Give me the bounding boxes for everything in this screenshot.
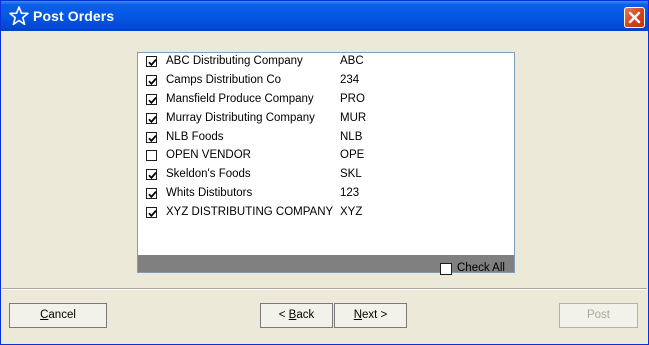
vendor-checkbox[interactable]: [146, 112, 157, 124]
vendor-checkbox[interactable]: [146, 74, 157, 86]
post-orders-window: Post Orders ABC Distributing Company ABC C…: [0, 0, 649, 345]
checkmark-icon: [148, 191, 157, 199]
check-all-box[interactable]: [440, 263, 452, 275]
vendor-code: PRO: [340, 92, 365, 105]
vendor-row[interactable]: OPEN VENDOR OPE: [138, 147, 514, 166]
title-bar[interactable]: Post Orders: [1, 1, 648, 31]
next-label: ext >: [362, 309, 388, 321]
cancel-label: ancel: [48, 309, 76, 321]
vendor-list[interactable]: ABC Distributing Company ABC Camps Distrib…: [137, 52, 515, 273]
back-label: ack: [296, 309, 315, 321]
vendor-row[interactable]: Skeldon's Foods SKL: [138, 166, 514, 185]
checkmark-icon: [148, 172, 157, 180]
next-button[interactable]: Next >: [334, 303, 407, 328]
vendor-name: NLB Foods: [166, 130, 224, 143]
vendor-code: XYZ: [340, 206, 363, 219]
vendor-name: XYZ DISTRIBUTING COMPANY: [166, 206, 334, 219]
checkmark-icon: [148, 134, 157, 142]
vendor-row[interactable]: NLB Foods NLB: [138, 129, 514, 148]
vendor-checkbox[interactable]: [146, 207, 157, 219]
vendor-rows: ABC Distributing Company ABC Camps Distrib…: [138, 53, 514, 223]
vendor-name: ABC Distributing Company: [166, 55, 303, 67]
vendor-row[interactable]: Murray Distributing Company MUR: [138, 110, 514, 129]
vendor-code: 123: [340, 187, 360, 200]
vendor-name: Camps Distribution Co: [166, 73, 282, 86]
divider: [2, 288, 647, 290]
vendor-name: Murray Distributing Company: [166, 111, 315, 124]
next-mnemonic: N: [353, 309, 363, 321]
vendor-checkbox[interactable]: [146, 169, 157, 181]
vendor-code: NLB: [340, 130, 363, 143]
back-button[interactable]: < Back: [260, 303, 333, 328]
vendor-row[interactable]: Mansfield Produce Company PRO: [138, 91, 514, 110]
vendor-checkbox[interactable]: [146, 131, 157, 143]
vendor-code: 234: [340, 73, 360, 86]
vendor-row[interactable]: Whits Distibutors 123: [138, 185, 514, 204]
vendor-name: Whits Distibutors: [166, 187, 253, 200]
checkmark-icon: [148, 210, 157, 218]
back-prefix: <: [278, 309, 289, 321]
cancel-button[interactable]: Cancel: [9, 303, 107, 328]
vendor-row[interactable]: XYZ DISTRIBUTING COMPANY XYZ: [138, 204, 514, 223]
star-outline-icon: [9, 6, 29, 26]
vendor-checkbox[interactable]: [146, 150, 157, 162]
vendor-row[interactable]: ABC Distributing Company ABC: [138, 53, 514, 72]
checkmark-icon: [148, 115, 157, 123]
checkmark-icon: [148, 59, 157, 67]
vendor-checkbox[interactable]: [146, 56, 157, 67]
dialog-body: ABC Distributing Company ABC Camps Distrib…: [2, 31, 647, 281]
vendor-row[interactable]: Camps Distribution Co 234: [138, 72, 514, 91]
window-title: Post Orders: [33, 8, 115, 24]
vendor-code: SKL: [340, 168, 362, 181]
checkmark-icon: [148, 77, 157, 86]
vendor-code: OPE: [340, 149, 365, 162]
vendor-checkbox[interactable]: [146, 93, 157, 105]
close-x-icon: [628, 11, 641, 24]
vendor-code: ABC: [340, 55, 364, 67]
vendor-code: MUR: [340, 111, 367, 124]
close-button[interactable]: [624, 7, 645, 28]
vendor-name: Mansfield Produce Company: [166, 92, 314, 105]
vendor-name: OPEN VENDOR: [166, 149, 251, 162]
post-button[interactable]: Post: [559, 303, 638, 328]
vendor-name: Skeldon's Foods: [166, 168, 251, 181]
checkmark-icon: [148, 96, 157, 104]
check-all-label: Check All: [457, 262, 505, 274]
vendor-checkbox[interactable]: [146, 188, 157, 200]
